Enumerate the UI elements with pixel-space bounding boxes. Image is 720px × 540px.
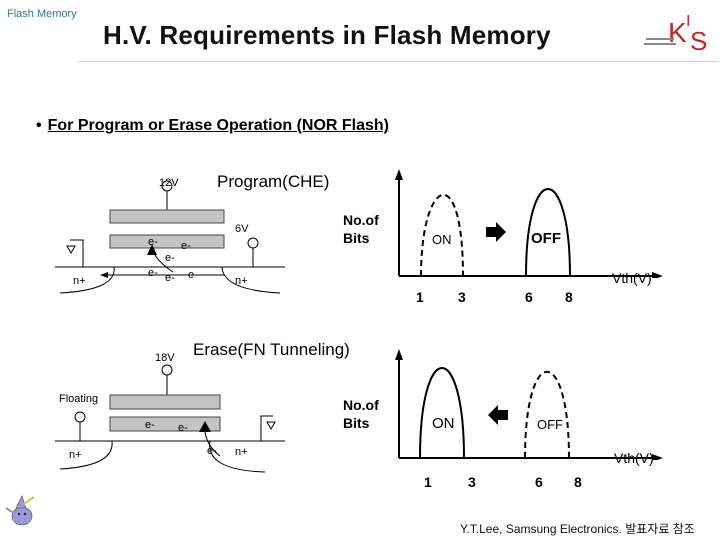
channel-arrow-icon [100,272,108,278]
gate-voltage-label: 18V [155,352,175,364]
drain-voltage-label: 6V [235,223,249,235]
electron-label: e- [148,236,158,248]
drain-label: n+ [235,446,248,458]
shift-left-arrow-icon [488,405,508,425]
off-distribution-curve [524,371,570,459]
tick-label: 1 [424,474,432,490]
ground-icon [66,245,76,255]
electron-label: e- [165,272,175,284]
citation: Y.T.Lee, Samsung Electronics. 발표자료 참조 [460,522,695,536]
tick-label: 8 [565,289,573,305]
source-state-label: Floating [59,393,98,405]
electron-label: e- [145,419,155,431]
floating-gate [109,234,225,249]
control-gate [109,209,225,224]
section-tag: Flash Memory [7,8,77,20]
shift-right-arrow-icon [486,222,506,242]
electron-label: e- [181,240,191,252]
wizard-mascot-icon [5,495,35,526]
bullet-dot-icon: • [36,117,42,134]
drain-terminal-icon [247,237,259,249]
erase-cell-diagram: 18V Floating n+ n+ e- e- e- [55,352,285,473]
source-label: n+ [69,449,82,461]
y-label-line2: Bits [343,230,370,246]
erase-y-label: No.of Bits [343,396,379,432]
program-y-label: No.of Bits [343,211,379,247]
erase-distribution-chart: ON OFF [395,349,663,460]
tick-label: 3 [468,474,476,490]
off-label: OFF [537,417,563,432]
y-axis-arrow-icon [395,169,403,180]
off-label: OFF [531,230,561,247]
gate-terminal-icon [161,364,173,376]
source-well [59,440,113,470]
source-wire [70,239,84,267]
x-axis-arrow-icon [652,272,663,278]
tick-label: 3 [458,289,466,305]
tick-label: 6 [535,474,543,490]
bullet-heading: • For Program or Erase Operation (NOR Fla… [36,117,389,135]
gate-voltage-label: 12V [159,177,179,189]
program-x-label: Vth(V) [612,270,652,286]
logo-subtitle-line [644,43,676,45]
on-label: ON [432,232,452,247]
y-label-line1: No.of [343,212,379,228]
electron-label: e- [148,267,158,279]
program-distribution-chart: ON OFF [395,169,663,278]
source-well [59,266,115,294]
y-label-line1: No.of [343,397,379,413]
logo-subtitle-line [646,38,674,40]
on-distribution-curve [419,367,465,459]
page-title: H.V. Requirements in Flash Memory [103,20,551,50]
y-axis-arrow-icon [395,349,403,360]
program-cell-diagram: 12V 6V n+ n+ e- e- e- e- e- e [55,177,285,294]
title-divider [78,61,718,62]
drain-label: n+ [235,275,248,287]
electron-label: e- [207,445,217,457]
electron-label: e- [178,422,188,434]
ground-icon [266,421,276,431]
logo-st: S [690,26,707,54]
bullet-text: For Program or Erase Operation (NOR Flas… [47,117,390,134]
source-terminal-icon [74,411,86,423]
erase-x-label: Vth(V) [614,450,654,466]
on-label: ON [432,415,455,432]
source-label: n+ [73,275,86,287]
control-gate [109,394,221,410]
tick-label: 8 [574,474,582,490]
electron-label: e- [165,252,175,264]
drain-well [221,266,281,294]
tick-label: 1 [416,289,424,305]
y-label-line2: Bits [343,415,370,431]
tick-label: 6 [525,289,533,305]
kist-logo-icon: K I S [644,13,707,54]
electron-label: e [188,269,194,281]
